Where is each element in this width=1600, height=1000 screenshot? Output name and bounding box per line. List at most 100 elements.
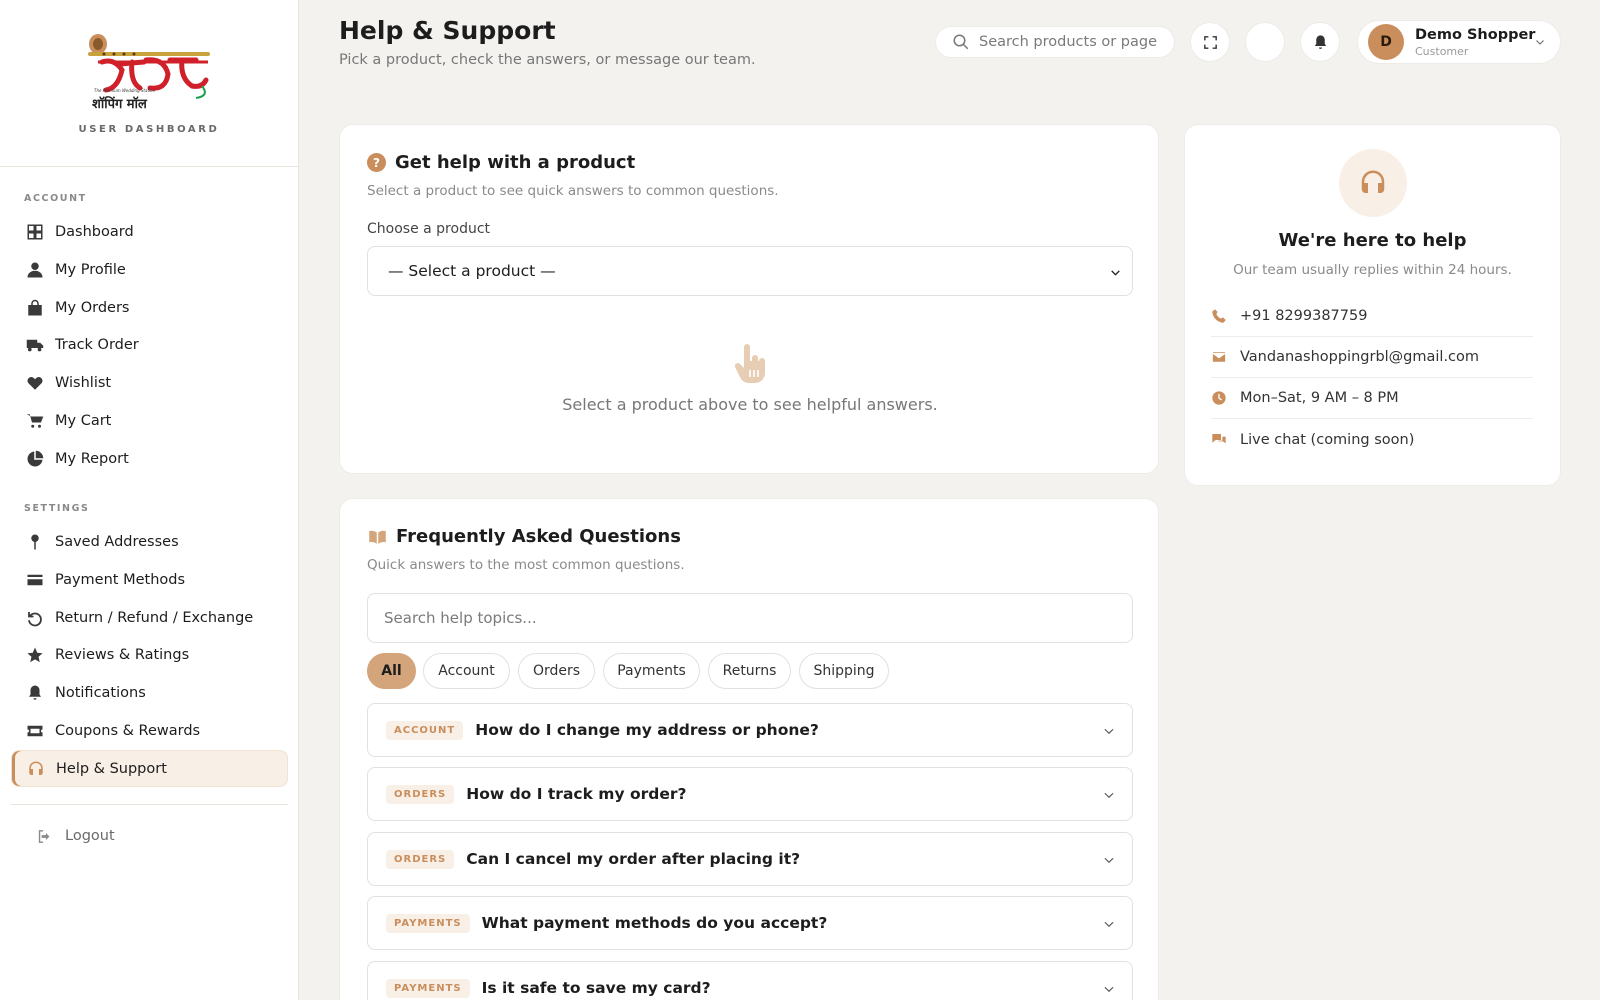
headset-icon xyxy=(1361,170,1385,193)
chevron-down-icon xyxy=(1104,792,1114,799)
faq-question: Can I cancel my order after placing it? xyxy=(466,850,801,868)
settings-heading: SETTINGS xyxy=(24,503,90,514)
sidebar-item-reviews-ratings[interactable]: Reviews & Ratings xyxy=(11,636,288,673)
question-icon: ? xyxy=(367,153,386,172)
search-input[interactable] xyxy=(979,34,1159,50)
dark-mode-button[interactable] xyxy=(1245,22,1285,62)
page-subtitle: Pick a product, check the answers, or me… xyxy=(339,52,756,68)
support-subtitle: Our team usually replies within 24 hours… xyxy=(1233,262,1512,278)
search-icon xyxy=(953,34,969,50)
contact-text: +91 8299387759 xyxy=(1240,308,1368,324)
sidebar-item-label: My Cart xyxy=(55,412,112,429)
sidebar-item-label: Wishlist xyxy=(55,374,112,391)
product-help-subtitle: Select a product to see quick answers to… xyxy=(367,183,779,199)
filter-chip-shipping[interactable]: Shipping xyxy=(799,653,889,689)
sidebar-item-label: Help & Support xyxy=(56,760,167,777)
faq-item[interactable]: PAYMENTS What payment methods do you acc… xyxy=(367,896,1133,950)
book-open-icon xyxy=(369,530,386,544)
sidebar-item-help-support[interactable]: Help & Support xyxy=(11,750,288,787)
faq-search-input[interactable] xyxy=(367,593,1133,643)
brand-logo[interactable]: The Premium Wedding Station शॉपिंग मॉल xyxy=(84,30,214,114)
sidebar-item-payment-methods[interactable]: Payment Methods xyxy=(11,561,288,598)
logo-tagline: The Premium Wedding Station xyxy=(94,88,156,93)
sidebar-divider xyxy=(11,804,288,805)
filter-chip-account[interactable]: Account xyxy=(423,653,510,689)
product-hint-text: Select a product above to see helpful an… xyxy=(562,395,938,414)
faq-title: Frequently Asked Questions xyxy=(396,526,681,547)
chevron-down-icon xyxy=(1104,986,1114,993)
faq-tag: PAYMENTS xyxy=(386,913,470,933)
phone-icon xyxy=(1212,309,1226,323)
contact-email[interactable]: Vandanashoppingrbl@gmail.com xyxy=(1211,337,1533,378)
dashboard-label: USER DASHBOARD xyxy=(78,124,220,135)
sidebar-item-saved-addresses[interactable]: Saved Addresses xyxy=(11,523,288,560)
page-title: Help & Support xyxy=(339,16,556,45)
faq-card: Frequently Asked Questions Quick answers… xyxy=(339,498,1159,1000)
chevron-down-icon xyxy=(1104,921,1114,928)
faq-tag: ORDERS xyxy=(386,849,455,869)
sidebar-item-my-profile[interactable]: My Profile xyxy=(11,251,288,288)
chevron-down-icon xyxy=(1104,857,1114,864)
sidebar-item-label: My Orders xyxy=(55,299,130,316)
faq-tag: ORDERS xyxy=(386,784,455,804)
sidebar-item-dashboard[interactable]: Dashboard xyxy=(11,213,288,250)
user-menu[interactable]: D Demo Shopper Customer xyxy=(1357,20,1561,64)
faq-item[interactable]: ORDERS Can I cancel my order after placi… xyxy=(367,832,1133,886)
mail-icon xyxy=(1211,351,1227,363)
chevron-down-icon xyxy=(1111,270,1120,276)
filter-chip-all[interactable]: All xyxy=(367,653,416,689)
avatar: D xyxy=(1368,24,1404,60)
sidebar-item-my-cart[interactable]: My Cart xyxy=(11,402,288,439)
support-card: We're here to help Our team usually repl… xyxy=(1184,124,1561,486)
sidebar-item-track-order[interactable]: Track Order xyxy=(11,326,288,363)
product-select[interactable]: — Select a product — xyxy=(367,246,1133,296)
logout-button[interactable]: Logout xyxy=(24,823,115,849)
credit-card-icon xyxy=(24,569,46,591)
sidebar-item-my-orders[interactable]: My Orders xyxy=(11,289,288,326)
clock-icon xyxy=(1212,391,1226,405)
filter-chip-payments[interactable]: Payments xyxy=(603,653,700,689)
sidebar-item-label: Dashboard xyxy=(55,223,134,240)
product-help-title-row: ? Get help with a product xyxy=(367,152,635,173)
filter-chip-orders[interactable]: Orders xyxy=(518,653,595,689)
product-help-title: Get help with a product xyxy=(395,152,636,173)
contact-text: Mon–Sat, 9 AM – 8 PM xyxy=(1240,390,1399,406)
global-search[interactable] xyxy=(935,26,1175,58)
user-icon xyxy=(24,259,46,281)
sidebar-item-return-refund-exchange[interactable]: Return / Refund / Exchange xyxy=(11,599,288,636)
bell-icon xyxy=(1314,34,1326,49)
faq-item[interactable]: ACCOUNT How do I change my address or ph… xyxy=(367,703,1133,757)
ticket-icon xyxy=(24,720,46,742)
support-title: We're here to help xyxy=(1278,230,1467,251)
faq-item[interactable]: ORDERS How do I track my order? xyxy=(367,767,1133,821)
sidebar-item-label: Payment Methods xyxy=(55,571,186,588)
sidebar-item-my-report[interactable]: My Report xyxy=(11,440,288,477)
sidebar-item-label: My Profile xyxy=(55,261,126,278)
faq-item[interactable]: PAYMENTS Is it safe to save my card? xyxy=(367,961,1133,1000)
headset-badge xyxy=(1339,149,1407,217)
sidebar-item-coupons-rewards[interactable]: Coupons & Rewards xyxy=(11,712,288,749)
user-role: Customer xyxy=(1415,44,1469,58)
star-icon xyxy=(24,644,46,666)
sidebar: The Premium Wedding Station शॉपिंग मॉल U… xyxy=(0,0,299,1000)
faq-question: How do I track my order? xyxy=(466,785,687,803)
sidebar-item-label: Notifications xyxy=(55,684,146,701)
chat-icon xyxy=(1212,433,1226,443)
filter-chip-returns[interactable]: Returns xyxy=(708,653,791,689)
sidebar-item-wishlist[interactable]: Wishlist xyxy=(11,364,288,401)
chevron-down-icon xyxy=(1536,40,1544,45)
fullscreen-button[interactable] xyxy=(1190,22,1230,62)
contact-phone[interactable]: +91 8299387759 xyxy=(1211,296,1533,337)
choose-product-label: Choose a product xyxy=(367,221,491,237)
pin-icon xyxy=(24,531,46,553)
brand-block: The Premium Wedding Station शॉपिंग मॉल U… xyxy=(0,0,298,167)
faq-title-row: Frequently Asked Questions xyxy=(367,526,681,547)
contact-live-chat[interactable]: Live chat (coming soon) xyxy=(1211,419,1533,460)
heart-icon xyxy=(24,372,46,394)
pie-chart-icon xyxy=(24,448,46,470)
sidebar-item-notifications[interactable]: Notifications xyxy=(11,674,288,711)
faq-subtitle: Quick answers to the most common questio… xyxy=(367,557,685,573)
notifications-button[interactable] xyxy=(1300,22,1340,62)
sidebar-item-label: Saved Addresses xyxy=(55,533,179,550)
contact-text: Vandanashoppingrbl@gmail.com xyxy=(1240,349,1480,365)
